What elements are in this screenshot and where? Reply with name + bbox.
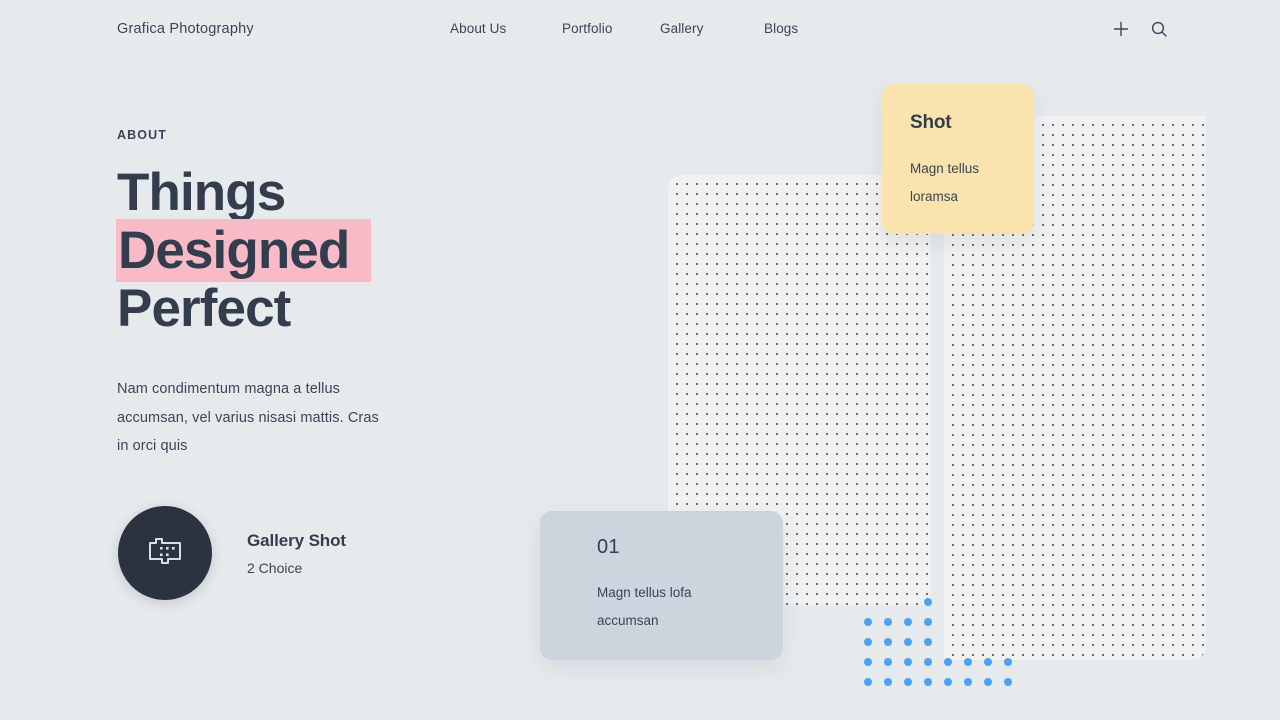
card-shot-copy-line-1: Magn tellus <box>910 161 980 176</box>
blue-dot <box>984 678 992 686</box>
gallery-shot-block: Gallery Shot 2 Choice <box>118 506 346 600</box>
blue-dot <box>964 658 972 666</box>
blue-dot <box>964 678 972 686</box>
gallery-shot-subtitle: 2 Choice <box>247 559 303 576</box>
headline-line-1: Things <box>117 163 286 222</box>
page-title: Things Designed Perfect <box>116 163 537 338</box>
blue-dot <box>924 658 932 666</box>
site-header: Grafica Photography About Us Portfolio G… <box>0 0 1280 58</box>
blue-dot <box>864 618 872 626</box>
blue-dot <box>884 638 892 646</box>
nav-item-blogs[interactable]: Blogs <box>764 21 844 36</box>
blue-dot <box>864 678 872 686</box>
blue-dot <box>904 638 912 646</box>
blue-dot <box>884 678 892 686</box>
card-numbered[interactable]: 01 Magn tellus lofa accumsan <box>540 511 783 660</box>
blue-dot <box>904 658 912 666</box>
hero-paragraph: Nam condimentum magna a tellus accumsan,… <box>117 381 379 454</box>
blue-dot <box>924 618 932 626</box>
blue-dot <box>924 638 932 646</box>
blue-dot <box>924 598 932 606</box>
nav-item-about-us[interactable]: About Us <box>450 21 562 36</box>
card-numbered-copy-line-2: accumsan <box>597 613 659 628</box>
card-numbered-copy-line-1: Magn tellus lofa <box>597 585 692 600</box>
card-numbered-title: 01 <box>597 536 620 558</box>
blue-dot <box>864 658 872 666</box>
blue-dot <box>984 658 992 666</box>
gallery-shot-title: Gallery Shot <box>247 530 346 550</box>
blue-dot <box>904 678 912 686</box>
blue-dot <box>884 618 892 626</box>
card-shot-copy: Magn tellus loramsa <box>910 155 1010 211</box>
blue-dot <box>864 638 872 646</box>
card-shot[interactable]: Shot Magn tellus loramsa <box>882 84 1034 234</box>
blue-dot <box>1004 678 1012 686</box>
blue-dot <box>924 678 932 686</box>
main-nav: About Us Portfolio Gallery Blogs <box>450 21 844 36</box>
nav-item-gallery[interactable]: Gallery <box>660 21 764 36</box>
gallery-shot-button[interactable] <box>118 506 212 600</box>
gallery-shot-text: Gallery Shot 2 Choice <box>247 531 346 576</box>
brand-logo[interactable]: Grafica Photography <box>117 21 254 37</box>
film-roll-icon <box>146 534 184 573</box>
card-shot-title: Shot <box>910 112 952 133</box>
blue-dot <box>1004 658 1012 666</box>
blue-dot <box>884 658 892 666</box>
nav-item-portfolio[interactable]: Portfolio <box>562 21 660 36</box>
headline-highlight: Designed <box>116 219 372 282</box>
search-icon[interactable] <box>1148 18 1170 40</box>
hero-section: ABOUT Things Designed Perfect Nam condim… <box>116 128 537 461</box>
headline-line-3: Perfect <box>117 279 291 338</box>
blue-dot <box>904 618 912 626</box>
blue-dot <box>944 678 952 686</box>
blue-dot <box>944 658 952 666</box>
card-shot-copy-line-2: loramsa <box>910 189 959 204</box>
headline-line-2: Designed <box>116 219 537 282</box>
header-actions <box>1110 18 1170 40</box>
plus-icon[interactable] <box>1110 18 1132 40</box>
blue-dot-grid <box>860 594 1020 694</box>
section-eyebrow: ABOUT <box>117 128 167 142</box>
card-numbered-copy: Magn tellus lofa accumsan <box>597 579 759 635</box>
